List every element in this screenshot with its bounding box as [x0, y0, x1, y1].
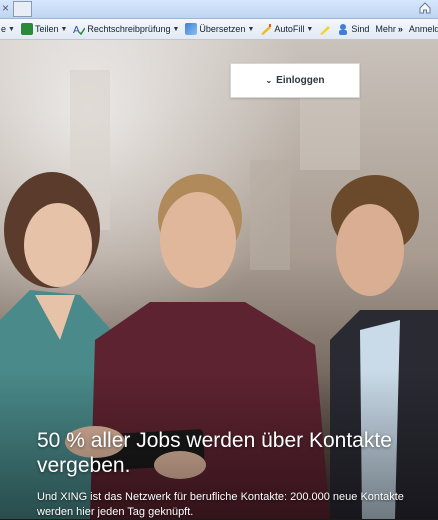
toolbar-label: Sind: [351, 24, 370, 34]
toolbar-label: Teilen: [34, 24, 59, 34]
spellcheck-icon: A: [73, 25, 86, 35]
toolbar-item-login[interactable]: Anmeld: [408, 20, 438, 38]
caret-down-icon: ▼: [247, 25, 255, 33]
caret-down-icon: ▼: [306, 25, 314, 33]
new-tab-button[interactable]: [13, 1, 32, 17]
chevron-down-icon: ⌄: [265, 76, 273, 85]
toolbar-label: AutoFill: [274, 24, 305, 34]
toolbar-item-pen[interactable]: [318, 20, 332, 38]
tab-close-icon[interactable]: ×: [2, 1, 9, 15]
caret-down-icon: ▼: [172, 25, 180, 33]
user-icon: [339, 24, 348, 35]
toolbar-item-share[interactable]: Teilen ▼: [20, 20, 68, 38]
hero-headline: 50 % aller Jobs werden über Kontakte ver…: [37, 429, 392, 477]
autofill-icon: [261, 24, 272, 35]
more-chevron-icon: »: [397, 24, 403, 34]
pencil-icon: [320, 26, 331, 35]
caret-down-icon: ▼: [60, 25, 68, 33]
login-dropdown[interactable]: ⌄ Einloggen: [230, 63, 360, 98]
toolbar-item-autofill[interactable]: AutoFill ▼: [259, 20, 314, 38]
translate-icon: [185, 23, 198, 35]
home-icon[interactable]: [418, 1, 432, 15]
hero-subline: Und XING ist das Netzwerk für berufliche…: [37, 491, 404, 518]
browser-toolbar: e ▼ Teilen ▼ A Rechtschreibprüfung ▼ Übe…: [0, 19, 438, 40]
toolbar-label: Anmeld: [408, 24, 438, 34]
toolbar-item-spellcheck[interactable]: A Rechtschreibprüfung ▼: [72, 20, 180, 38]
toolbar-label: e: [1, 24, 7, 34]
toolbar-item-e[interactable]: e ▼: [0, 20, 16, 38]
toolbar-label: Rechtschreibprüfung: [87, 24, 171, 34]
svg-text:A: A: [73, 25, 80, 35]
share-icon: [20, 23, 33, 35]
toolbar-label: Übersetzen: [199, 24, 246, 34]
login-label: Einloggen: [276, 75, 325, 86]
toolbar-label: Mehr: [375, 24, 396, 34]
toolbar-item-translate[interactable]: Übersetzen ▼: [184, 20, 255, 38]
caret-down-icon: ▼: [8, 25, 15, 33]
toolbar-item-more[interactable]: Mehr »: [374, 20, 404, 38]
browser-tab-strip: ×: [0, 0, 438, 19]
toolbar-item-sind[interactable]: Sind: [336, 20, 370, 38]
